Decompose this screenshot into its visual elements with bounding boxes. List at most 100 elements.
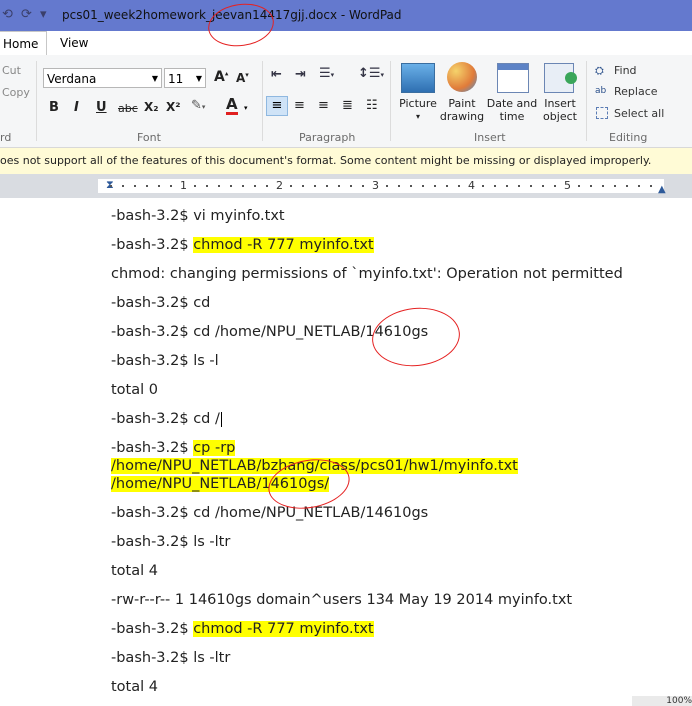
ruler-tick [170,185,172,187]
chevron-down-icon[interactable]: ▾ [244,104,248,112]
ruler-tick [650,185,652,187]
tab-view[interactable]: View [52,31,96,55]
decrease-indent-icon[interactable]: ⇤ [271,67,282,82]
editing-group-label: Editing [609,131,648,144]
align-right-icon[interactable]: ≡ [318,98,329,113]
doc-line: chmod: changing permissions of `myinfo.t… [111,266,623,282]
select-all-button[interactable]: Select all [614,107,664,120]
ruler-tick [218,185,220,187]
format-warning-bar: oes not support all of the features of t… [0,148,692,175]
replace-button[interactable]: Replace [614,85,658,98]
doc-prompt: -bash-3.2$ [111,621,194,637]
ruler-tick [626,185,628,187]
ruler-tick [542,185,544,187]
insert-object-icon[interactable] [544,63,577,93]
ruler-tick [350,185,352,187]
strikethrough-button[interactable]: abc [118,102,138,115]
underline-button[interactable]: U [96,100,107,115]
ruler-tick [110,185,112,187]
ruler-number: 2 [276,179,283,192]
font-group-label: Font [137,131,161,144]
font-color-icon[interactable]: A [226,97,238,115]
doc-line: total 0 [111,382,158,398]
title-bar: ⟲ ⟳ ▾ pcs01_week2homework_jeevan14417gjj… [0,0,692,31]
cut-button[interactable]: Cut [2,64,21,77]
font-family-select[interactable]: Verdana ▼ [43,68,162,88]
doc-line: -bash-3.2$ vi myinfo.txt [111,208,285,224]
bullet-list-icon[interactable]: ☰▾ [319,66,334,81]
chevron-down-icon: ▼ [195,74,202,83]
ruler-tick [458,185,460,187]
italic-button[interactable]: I [74,100,79,115]
right-indent-marker-icon[interactable]: ▲ [658,184,666,195]
paint-drawing-label-1[interactable]: Paint [438,97,486,110]
highlighted-command: cp -rp [193,440,236,456]
ruler-number: 5 [564,179,571,192]
doc-prompt: -bash-3.2$ [111,440,194,456]
align-left-icon[interactable]: ≡ [266,96,288,116]
doc-line: -bash-3.2$ ls -ltr [111,650,231,666]
font-family-value: Verdana [47,72,97,86]
ruler-tick [158,185,160,187]
doc-line: -bash-3.2$ ls -l [111,353,219,369]
calendar-icon[interactable] [497,63,529,93]
ruler-tick [362,185,364,187]
insert-object-label-1[interactable]: Insert [538,97,582,110]
ruler-tick [134,185,136,187]
group-divider [390,61,391,141]
picture-button[interactable]: Picture [397,97,439,110]
bold-button[interactable]: B [49,100,59,115]
highlight-pen-icon[interactable]: ✎▾ [191,98,205,113]
increase-indent-icon[interactable]: ⇥ [295,67,306,82]
ruler-number: 4 [468,179,475,192]
ruler-tick [518,185,520,187]
align-center-icon[interactable]: ≡ [294,98,305,113]
copy-button[interactable]: Copy [2,86,30,99]
find-button[interactable]: Find [614,64,637,77]
doc-line: -bash-3.2$ chmod -R 777 myinfo.txt [111,237,374,253]
font-size-value: 11 [168,72,184,86]
picture-icon[interactable] [401,63,435,93]
paragraph-group-label: Paragraph [299,131,356,144]
superscript-button[interactable]: X² [166,100,181,114]
ruler[interactable]: ⧗ ▲ 1 2 3 4 5 [0,174,692,198]
paragraph-settings-icon[interactable]: ☷ [366,98,378,113]
shrink-font-icon[interactable]: A▾ [236,71,249,85]
doc-line: -bash-3.2$ cd /home/NPU_NETLAB/14610gs [111,505,429,521]
chevron-down-icon[interactable]: ▾ [397,110,439,123]
ruler-tick [194,185,196,187]
doc-line: -bash-3.2$ chmod -R 777 myinfo.txt [111,621,374,637]
highlighted-command: chmod -R 777 myinfo.txt [193,237,374,253]
doc-line: total 4 [111,563,158,579]
ruler-tick [206,185,208,187]
ruler-tick [266,185,268,187]
ruler-tick [590,185,592,187]
chevron-down-icon: ▼ [151,74,158,83]
ruler-tick [554,185,556,187]
paint-drawing-label-2[interactable]: drawing [438,110,486,123]
ruler-tick [638,185,640,187]
ruler-tick [422,185,424,187]
grow-font-icon[interactable]: A▴ [214,69,228,85]
date-time-label-1[interactable]: Date and [486,97,538,110]
highlighted-command: chmod -R 777 myinfo.txt [193,621,374,637]
paint-palette-icon[interactable] [447,62,477,92]
quick-access-toolbar[interactable]: ⟲ ⟳ ▾ [2,7,49,22]
line-spacing-icon[interactable]: ↕☰▾ [358,66,384,81]
subscript-button[interactable]: X₂ [144,100,159,114]
date-time-label-2[interactable]: time [486,110,538,123]
ruler-tick [290,185,292,187]
replace-icon: ab [595,86,607,96]
format-warning-text: oes not support all of the features of t… [0,154,652,167]
ruler-tick [446,185,448,187]
tab-home[interactable]: Home [0,31,48,57]
justify-icon[interactable]: ≣ [342,98,353,113]
document-area[interactable]: -bash-3.2$ vi myinfo.txt -bash-3.2$ chmo… [0,198,692,706]
font-size-select[interactable]: 11 ▼ [164,68,206,88]
ruler-tick [314,185,316,187]
clipboard-group-label: rd [0,131,12,144]
ruler-tick [254,185,256,187]
ruler-tick [614,185,616,187]
insert-group-label: Insert [474,131,506,144]
insert-object-label-2[interactable]: object [538,110,582,123]
